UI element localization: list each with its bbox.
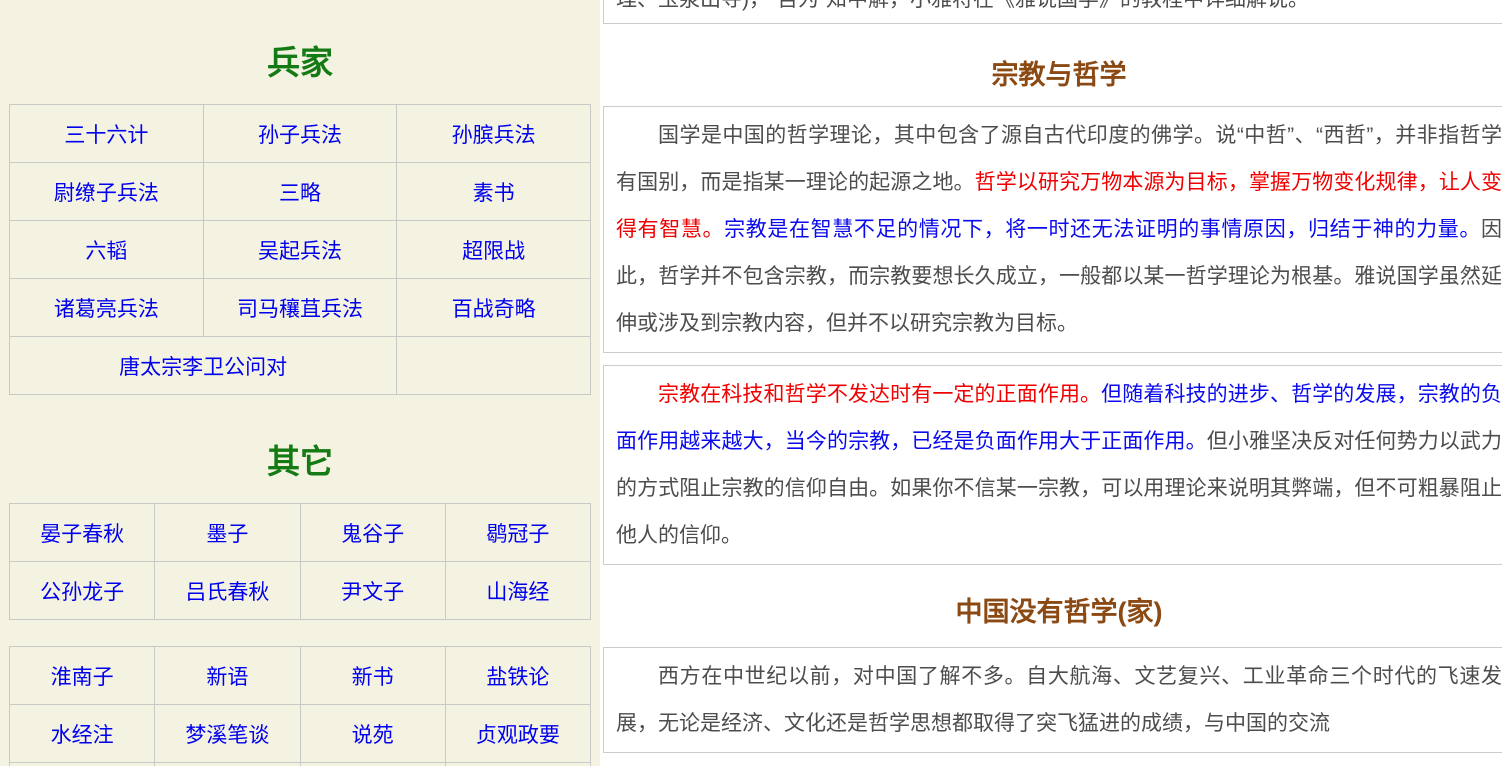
table-cell: 三略 [202, 162, 398, 221]
book-link[interactable]: 吕氏春秋 [185, 581, 269, 604]
book-link[interactable]: 墨子 [206, 523, 248, 546]
article-paragraph: 西方在中世纪以前，对中国了解不多。自大航海、文艺复兴、工业革命三个时代的飞速发展… [616, 653, 1502, 747]
table-row: 诸葛亮兵法 司马穰苴兵法 百战奇略 [9, 278, 591, 337]
book-link-table: 淮南子 新语 新书 盐铁论水经注 梦溪笔谈 说苑 贞观政要 [8, 646, 592, 766]
book-link[interactable]: 梦溪笔谈 [185, 724, 269, 747]
table-cell: 新语 [154, 646, 301, 705]
table-cell: 司马穰苴兵法 [202, 278, 398, 337]
table-cell: 诸葛亮兵法 [9, 278, 204, 337]
table-cell: 六韬 [9, 220, 204, 279]
article-paragraph: 宗教在科技和哲学不发达时有一定的正面作用。但随着科技的进步、哲学的发展，宗教的负… [616, 371, 1502, 559]
table-cell: 孙子兵法 [202, 104, 398, 163]
table-cell [396, 336, 591, 395]
table-cell [8, 762, 156, 766]
table-row: 唐太宗李卫公问对 [8, 336, 591, 395]
book-link[interactable]: 尹文子 [341, 581, 404, 604]
table-row: 水经注 梦溪笔谈 说苑 贞观政要 [8, 704, 592, 763]
article-content: 理、玉泉出寺)，“苦为”知中解，小雅将在《雅说国学》的教程中详细解说。宗教与哲学… [600, 0, 1502, 766]
book-link[interactable]: 公孙龙子 [40, 581, 124, 604]
table-row: 淮南子 新语 新书 盐铁论 [8, 646, 592, 705]
table-cell: 尉缭子兵法 [9, 162, 204, 221]
table-cell: 新书 [299, 646, 446, 705]
table-cell: 吕氏春秋 [154, 561, 301, 620]
book-link[interactable]: 吴起兵法 [258, 240, 342, 263]
book-link[interactable]: 超限战 [462, 240, 525, 263]
table-row [8, 762, 592, 766]
table-cell: 说苑 [299, 704, 446, 763]
table-cell: 盐铁论 [444, 646, 592, 705]
book-link[interactable]: 盐铁论 [486, 666, 549, 689]
partial-paragraph-box: 理、玉泉出寺)，“苦为”知中解，小雅将在《雅说国学》的教程中详细解说。 [603, 0, 1502, 24]
table-cell: 墨子 [154, 503, 301, 562]
table-cell: 水经注 [8, 704, 156, 763]
sidebar-section-heading: 其它 [267, 443, 333, 480]
table-row: 公孙龙子 吕氏春秋 尹文子 山海经 [8, 561, 592, 620]
book-link[interactable]: 新语 [206, 666, 248, 689]
table-cell: 淮南子 [8, 646, 156, 705]
text-segment: 宗教在科技和哲学不发达时有一定的正面作用。 [658, 383, 1102, 406]
table-cell: 晏子春秋 [8, 503, 156, 562]
table-cell [299, 762, 446, 766]
book-link[interactable]: 唐太宗李卫公问对 [119, 356, 287, 379]
book-link[interactable]: 司马穰苴兵法 [237, 298, 363, 321]
article-paragraph-box: 西方在中世纪以前，对中国了解不多。自大航海、文艺复兴、工业革命三个时代的飞速发展… [603, 647, 1502, 753]
table-cell [444, 762, 592, 766]
book-link[interactable]: 尉缭子兵法 [54, 182, 159, 205]
article-paragraph-box: 宗教在科技和哲学不发达时有一定的正面作用。但随着科技的进步、哲学的发展，宗教的负… [603, 365, 1502, 565]
text-segment: 理、玉泉出寺)，“苦为”知中解，小雅将在《雅说国学》的教程中详细解说。 [616, 0, 1309, 11]
book-link[interactable]: 三略 [279, 182, 321, 205]
book-link[interactable]: 孙子兵法 [258, 124, 342, 147]
book-link[interactable]: 晏子春秋 [40, 523, 124, 546]
text-segment: 西方在中世纪以前，对中国了解不多。自大航海、文艺复兴、工业革命三个时代的飞速发展… [616, 665, 1502, 735]
text-segment: 宗教是在智慧不足的情况下，将一时还无法证明的事情原因，归结于神的力量。 [724, 218, 1481, 241]
book-link[interactable]: 山海经 [486, 581, 549, 604]
table-cell [154, 762, 301, 766]
book-link[interactable]: 诸葛亮兵法 [54, 298, 159, 321]
book-link[interactable]: 鹖冠子 [486, 523, 549, 546]
table-cell: 鬼谷子 [299, 503, 446, 562]
book-link-table: 三十六计 孙子兵法 孙膑兵法尉缭子兵法 三略 素书六韬 吴起兵法 超限战诸葛亮兵法 司马穰苴兵… [8, 104, 591, 395]
table-cell: 三十六计 [9, 104, 204, 163]
book-link[interactable]: 六韬 [85, 240, 127, 263]
table-cell: 素书 [396, 162, 591, 221]
table-cell: 孙膑兵法 [396, 104, 591, 163]
article-paragraph: 国学是中国的哲学理论，其中包含了源自古代印度的佛学。说“中哲”、“西哲”，并非指… [616, 112, 1502, 347]
table-row: 晏子春秋 墨子 鬼谷子 鹖冠子 [8, 503, 592, 562]
table-cell: 吴起兵法 [202, 220, 398, 279]
book-link[interactable]: 水经注 [51, 724, 114, 747]
section-heading: 宗教与哲学 [991, 60, 1127, 90]
table-cell: 百战奇略 [396, 278, 591, 337]
book-link[interactable]: 素书 [473, 182, 515, 205]
table-cell: 山海经 [444, 561, 592, 620]
table-cell: 梦溪笔谈 [154, 704, 301, 763]
table-row: 六韬 吴起兵法 超限战 [9, 220, 591, 279]
book-link-table: 晏子春秋 墨子 鬼谷子 鹖冠子公孙龙子 吕氏春秋 尹文子 山海经 [8, 503, 592, 620]
table-cell: 尹文子 [299, 561, 446, 620]
book-link[interactable]: 孙膑兵法 [452, 124, 536, 147]
table-cell: 超限战 [396, 220, 591, 279]
sidebar-book-navigation: 兵家三十六计 孙子兵法 孙膑兵法尉缭子兵法 三略 素书六韬 吴起兵法 超限战诸葛亮兵法 司马穰… [0, 0, 600, 766]
book-link[interactable]: 三十六计 [64, 124, 148, 147]
table-row: 尉缭子兵法 三略 素书 [9, 162, 591, 221]
table-cell: 鹖冠子 [444, 503, 592, 562]
book-link[interactable]: 新书 [352, 666, 394, 689]
book-link[interactable]: 淮南子 [51, 666, 114, 689]
book-link[interactable]: 说苑 [352, 724, 394, 747]
table-row: 三十六计 孙子兵法 孙膑兵法 [9, 104, 591, 163]
book-link[interactable]: 鬼谷子 [341, 523, 404, 546]
sidebar-section-heading: 兵家 [267, 44, 333, 81]
book-link[interactable]: 贞观政要 [476, 724, 560, 747]
table-cell: 唐太宗李卫公问对 [8, 336, 398, 395]
article-paragraph: 理、玉泉出寺)，“苦为”知中解，小雅将在《雅说国学》的教程中详细解说。 [616, 0, 1502, 12]
table-cell: 公孙龙子 [8, 561, 156, 620]
book-link[interactable]: 百战奇略 [452, 298, 536, 321]
article-paragraph-box: 国学是中国的哲学理论，其中包含了源自古代印度的佛学。说“中哲”、“西哲”，并非指… [603, 106, 1502, 353]
table-cell: 贞观政要 [444, 704, 592, 763]
section-heading: 中国没有哲学(家) [955, 597, 1163, 627]
